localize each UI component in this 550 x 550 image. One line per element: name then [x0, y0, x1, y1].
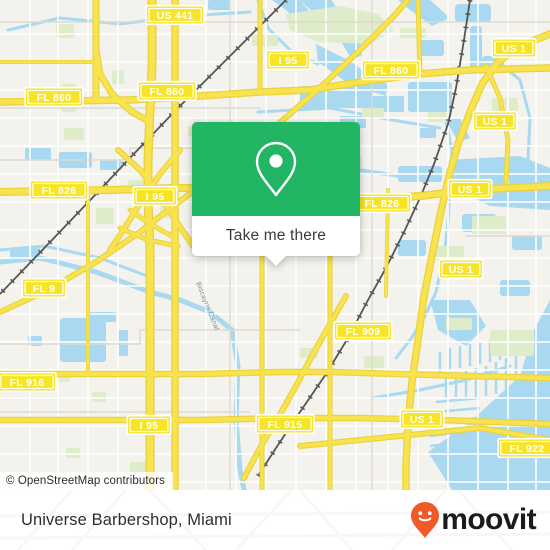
road-shield: FL 922 — [497, 437, 550, 459]
popup-pointer — [265, 255, 287, 266]
road-shield: FL 9 — [21, 277, 67, 299]
road-shield-label: US 1 — [449, 264, 474, 276]
road-shield-label: I 95 — [140, 420, 159, 432]
road-shield: I 95 — [132, 185, 178, 207]
road-shield-label: FL 9 — [33, 283, 56, 295]
road-shield: I 95 — [265, 49, 311, 71]
road-shield-label: FL 916 — [10, 377, 45, 389]
road-shield: US 1 — [438, 258, 484, 280]
road-shield-label: FL 860 — [150, 86, 185, 98]
osm-attribution[interactable]: © OpenStreetMap contributors — [0, 472, 173, 490]
road-shield-label: FL 915 — [268, 419, 303, 431]
road-shield: FL 860 — [361, 59, 421, 81]
road-shield-label: FL 860 — [37, 92, 72, 104]
popup-header — [192, 122, 360, 216]
road-shield: FL 860 — [24, 86, 84, 108]
bottom-info-bar: Universe Barbershop, Miami moovit — [0, 490, 550, 550]
road-shield: US 1 — [447, 178, 493, 200]
road-shield-label: US 1 — [502, 43, 527, 55]
road-shield: FL 826 — [29, 179, 89, 201]
moovit-pin-smiley-icon — [411, 502, 440, 538]
road-shield-label: FL 826 — [42, 185, 77, 197]
road-shield: US 1 — [491, 37, 537, 59]
take-me-there-label: Take me there — [225, 227, 327, 244]
road-shield: US 441 — [145, 4, 205, 26]
moovit-wordmark: moovit — [441, 503, 536, 536]
place-name-label: Universe Barbershop, Miami — [21, 510, 232, 529]
road-shield: FL 915 — [255, 413, 315, 435]
road-shield-label: FL 909 — [346, 326, 381, 338]
road-shield: US 1 — [399, 408, 445, 430]
map-pin-icon — [255, 141, 297, 197]
road-shield: FL 909 — [333, 320, 393, 342]
moovit-brand-logo[interactable]: moovit — [410, 501, 537, 539]
popup-action-row[interactable]: Take me there — [192, 216, 360, 266]
road-shield-label: US 1 — [410, 414, 435, 426]
road-shield-label: US 1 — [458, 184, 483, 196]
road-shield-label: I 95 — [279, 55, 298, 67]
road-shield-label: FL 860 — [374, 65, 409, 77]
road-shield: US 1 — [472, 110, 518, 132]
road-shield: I 95 — [126, 414, 172, 436]
road-shield-label: I 95 — [146, 191, 165, 203]
road-shield-label: FL 826 — [365, 198, 400, 210]
moovit-map-screenshot: Biscayne Canal US 441 FL 860 FL 860 FL 860 I… — [0, 0, 550, 550]
road-shield-label: FL 922 — [510, 443, 545, 455]
road-shield-label: US 1 — [483, 116, 508, 128]
place-popup-card[interactable]: Take me there — [192, 122, 360, 266]
road-shield: FL 860 — [137, 80, 197, 102]
road-shield: FL 916 — [0, 371, 57, 393]
road-shield-label: US 441 — [157, 10, 194, 22]
road-shield: FL 826 — [352, 192, 412, 214]
